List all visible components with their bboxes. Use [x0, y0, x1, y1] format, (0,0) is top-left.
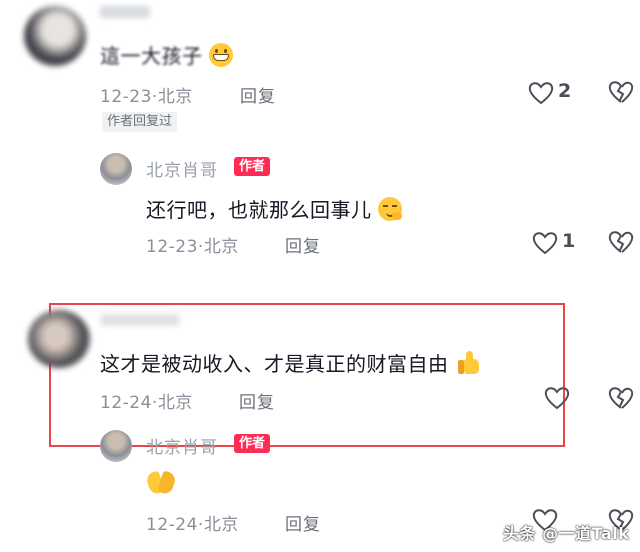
comment-meta: 12-23·北京: [100, 82, 193, 107]
broken-heart-icon: [608, 387, 634, 409]
comment-date: 12-23: [146, 237, 198, 257]
comment-meta: 12-24·北京: [146, 510, 239, 535]
author-name[interactable]: [100, 6, 150, 18]
comment-date: 12-23: [100, 87, 152, 107]
smirking-face-icon: [378, 197, 403, 221]
like-count: 2: [558, 80, 572, 102]
reply-button[interactable]: 回复: [285, 232, 321, 257]
comment-date: 12-24: [100, 393, 152, 413]
reply-button[interactable]: 回复: [285, 510, 321, 535]
author-replied-badge: 作者回复过: [102, 112, 178, 132]
author-name[interactable]: 北京肖哥: [146, 156, 218, 181]
author-badge: 作者: [234, 157, 271, 176]
avatar[interactable]: [24, 6, 86, 66]
comment-date: 12-24: [146, 515, 198, 535]
broken-heart-icon: [608, 81, 634, 103]
heart-icon: [544, 387, 570, 410]
author-badge: 作者: [234, 434, 271, 453]
dislike-button[interactable]: [608, 230, 636, 256]
author-name[interactable]: 北京肖哥: [146, 433, 218, 458]
grinning-face-icon: [209, 43, 234, 67]
comment-location: 北京: [157, 393, 193, 413]
reply-button[interactable]: 回复: [240, 82, 276, 107]
comment-text: 还行吧，也就那么回事儿: [146, 194, 403, 223]
avatar[interactable]: [28, 310, 90, 368]
like-button[interactable]: [544, 386, 572, 412]
comment-text-content: 这才是被动收入、才是真正的财富自由: [100, 352, 449, 376]
like-button[interactable]: 1: [532, 230, 578, 256]
comment-text-content: 还行吧，也就那么回事儿: [146, 198, 372, 222]
comment-location: 北京: [203, 515, 239, 535]
author-name[interactable]: [100, 314, 180, 326]
comment-text: 这才是被动收入、才是真正的财富自由: [100, 348, 481, 377]
dislike-button[interactable]: [608, 80, 636, 106]
comment-text-content: 這一大孩子: [100, 44, 203, 68]
watermark: 头条 @一道Talk: [503, 524, 630, 543]
comment-location: 北京: [157, 87, 193, 107]
comment-meta: 12-24·北京: [100, 388, 193, 413]
comment-location: 北京: [203, 237, 239, 257]
thumbs-up-icon: [455, 350, 481, 376]
heart-icon: [532, 232, 558, 255]
like-button[interactable]: 2: [528, 80, 578, 106]
pray-hands-icon: [144, 468, 178, 496]
reply-button[interactable]: 回复: [239, 388, 275, 413]
dislike-button[interactable]: [608, 386, 636, 412]
comment-text: 這一大孩子: [100, 40, 234, 69]
comment-meta: 12-23·北京: [146, 232, 239, 257]
broken-heart-icon: [608, 231, 634, 253]
avatar[interactable]: [100, 153, 132, 185]
like-count: 1: [562, 230, 576, 252]
avatar[interactable]: [100, 430, 132, 462]
heart-icon: [528, 82, 554, 105]
